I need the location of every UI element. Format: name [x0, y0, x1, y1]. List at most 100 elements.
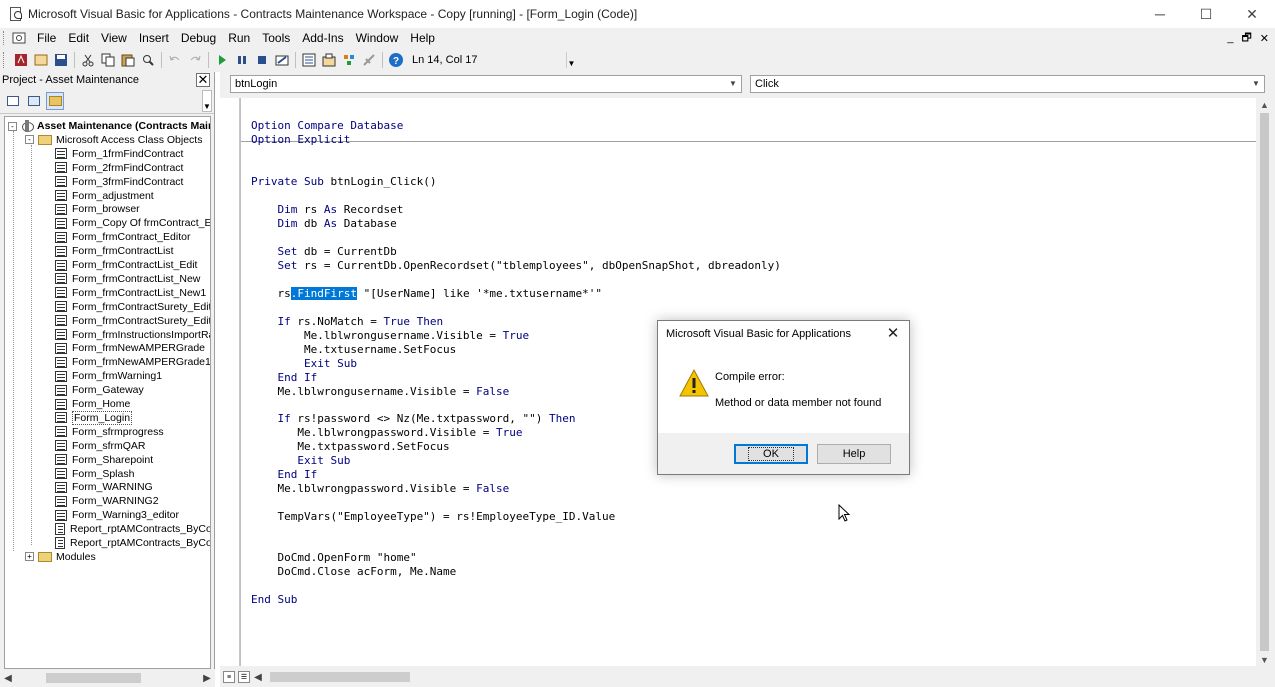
- tree-item-class-objects-folder[interactable]: - Microsoft Access Class Objects: [25, 133, 202, 147]
- tree-item-form[interactable]: Form_Login: [55, 410, 133, 425]
- code-line[interactable]: DoCmd.Close acForm, Me.Name: [251, 565, 456, 579]
- menu-run[interactable]: Run: [222, 28, 256, 48]
- code-line[interactable]: Me.lblwrongusername.Visible = False: [251, 385, 509, 399]
- tree-item-form[interactable]: Form_Warning3_editor: [55, 508, 179, 522]
- menu-grip[interactable]: [3, 31, 7, 45]
- tree-item-form[interactable]: Form_frmNewAMPERGrade1: [55, 355, 210, 369]
- copy-icon[interactable]: [99, 51, 117, 69]
- tree-item-form[interactable]: Form_frmContract_Editor: [55, 230, 190, 244]
- dialog-close-button[interactable]: ✕: [885, 325, 901, 342]
- code-vscrollbar[interactable]: ▲ ▼: [1256, 96, 1273, 668]
- scroll-right-icon[interactable]: ▶: [199, 670, 215, 686]
- code-line[interactable]: If rs.NoMatch = True Then: [251, 315, 444, 329]
- code-line[interactable]: Me.lblwrongusername.Visible = True: [251, 329, 529, 343]
- tree-item-form[interactable]: Form_2frmFindContract: [55, 161, 183, 175]
- tree-item-form[interactable]: Form_frmContractSurety_Edit_Su: [55, 314, 210, 328]
- tree-item-form[interactable]: Form_frmWarning1: [55, 369, 162, 383]
- tree-item-form[interactable]: Form_Sharepoint: [55, 453, 153, 467]
- design-mode-icon[interactable]: [273, 51, 291, 69]
- tree-item-form[interactable]: Form_sfrmQAR: [55, 439, 146, 453]
- tree-item-form[interactable]: Form_Home: [55, 397, 130, 411]
- tree-item-report[interactable]: Report_rptAMContracts_ByContr: [55, 522, 210, 536]
- minimize-button[interactable]: ─: [1137, 0, 1183, 28]
- code-line[interactable]: Me.lblwrongpassword.Visible = False: [251, 482, 509, 496]
- code-line[interactable]: Option Compare Database: [251, 119, 403, 133]
- toolbar-grip[interactable]: [3, 52, 7, 68]
- scroll-up-icon[interactable]: ▲: [1256, 96, 1273, 113]
- mdi-minimize-button[interactable]: _: [1227, 32, 1233, 44]
- close-window-button[interactable]: ✕: [1229, 0, 1275, 28]
- code-line[interactable]: If rs!password <> Nz(Me.txtpassword, "")…: [251, 412, 576, 426]
- tree-item-form[interactable]: Form_frmInstructionsImportRaod: [55, 328, 210, 342]
- object-combo[interactable]: btnLogin ▼: [230, 75, 742, 93]
- chevron-down-icon[interactable]: ▼: [1250, 76, 1262, 92]
- tree-item-form[interactable]: Form_Splash: [55, 467, 134, 481]
- project-hscroll-thumb[interactable]: [46, 673, 141, 683]
- tree-item-form[interactable]: Form_1frmFindContract: [55, 147, 183, 161]
- code-line[interactable]: Me.txtpassword.SetFocus: [251, 440, 449, 454]
- code-line[interactable]: Me.txtusername.SetFocus: [251, 343, 456, 357]
- tree-item-form[interactable]: Form_WARNING: [55, 480, 153, 494]
- view-object-icon[interactable]: [25, 92, 43, 110]
- project-toolbar-scroll-icon[interactable]: ▼: [202, 90, 212, 112]
- code-line[interactable]: Exit Sub: [251, 357, 357, 371]
- find-icon[interactable]: [139, 51, 157, 69]
- tree-item-form[interactable]: Form_sfrmprogress: [55, 425, 164, 439]
- toolbox-icon[interactable]: [360, 51, 378, 69]
- undo-icon[interactable]: [166, 51, 184, 69]
- code-line[interactable]: Dim db As Database: [251, 217, 397, 231]
- object-browser-icon[interactable]: [340, 51, 358, 69]
- tree-item-report[interactable]: Report_rptAMContracts_ByContr: [55, 536, 210, 550]
- code-hscrollbar[interactable]: ≡ ☰ ◀: [220, 668, 1256, 686]
- tree-item-project-root[interactable]: - Asset Maintenance (Contracts Main: [8, 119, 210, 133]
- menu-insert[interactable]: Insert: [133, 28, 175, 48]
- run-icon[interactable]: [213, 51, 231, 69]
- project-explorer-close-button[interactable]: ✕: [196, 72, 210, 87]
- collapse-icon[interactable]: -: [25, 135, 34, 145]
- procedure-view-icon[interactable]: ≡: [223, 671, 235, 683]
- tree-item-form[interactable]: Form_frmNewAMPERGrade: [55, 341, 205, 355]
- mdi-restore-button[interactable]: 🗗: [1241, 29, 1251, 48]
- margin-indicator-bar[interactable]: [220, 98, 240, 666]
- tree-item-form[interactable]: Form_Gateway: [55, 383, 144, 397]
- scroll-left-icon[interactable]: ◀: [250, 669, 266, 685]
- project-explorer-icon[interactable]: [300, 51, 318, 69]
- paste-icon[interactable]: [119, 51, 137, 69]
- cut-icon[interactable]: [79, 51, 97, 69]
- menu-edit[interactable]: Edit: [62, 28, 95, 48]
- tree-item-form[interactable]: Form_Copy Of frmContract_Edito: [55, 216, 210, 230]
- break-icon[interactable]: [233, 51, 251, 69]
- code-line[interactable]: Option Explicit: [251, 133, 350, 147]
- vba-app-icon[interactable]: [8, 6, 24, 22]
- menu-add-ins[interactable]: Add-Ins: [296, 28, 349, 48]
- tree-item-form[interactable]: Form_frmContractList: [55, 244, 174, 258]
- toolbar-options-icon[interactable]: ▼: [566, 52, 576, 68]
- tree-item-form[interactable]: Form_frmContractList_Edit: [55, 258, 197, 272]
- code-line[interactable]: Private Sub btnLogin_Click(): [251, 175, 436, 189]
- tree-item-form[interactable]: Form_WARNING2: [55, 494, 159, 508]
- menu-window[interactable]: Window: [350, 28, 405, 48]
- full-module-view-icon[interactable]: ☰: [238, 671, 250, 683]
- toggle-folders-icon[interactable]: [46, 91, 64, 110]
- code-line[interactable]: Set rs = CurrentDb.OpenRecordset("tblemp…: [251, 259, 781, 273]
- code-vscroll-thumb[interactable]: [1260, 113, 1269, 651]
- menu-view[interactable]: View: [95, 28, 133, 48]
- properties-window-icon[interactable]: [320, 51, 338, 69]
- code-line[interactable]: End Sub: [251, 593, 297, 607]
- maximize-button[interactable]: ☐: [1183, 0, 1229, 28]
- expand-icon[interactable]: +: [25, 552, 34, 562]
- scroll-down-icon[interactable]: ▼: [1256, 651, 1273, 668]
- menu-file[interactable]: File: [31, 28, 62, 48]
- help-button[interactable]: Help: [817, 444, 891, 464]
- redo-icon[interactable]: [186, 51, 204, 69]
- menu-tools[interactable]: Tools: [256, 28, 296, 48]
- reset-icon[interactable]: [253, 51, 271, 69]
- project-tree[interactable]: - Asset Maintenance (Contracts Main - Micro…: [4, 116, 211, 669]
- tree-item-form[interactable]: Form_browser: [55, 202, 140, 216]
- procedure-combo[interactable]: Click ▼: [750, 75, 1265, 93]
- module-icon[interactable]: [11, 30, 27, 46]
- code-line[interactable]: Exit Sub: [251, 454, 350, 468]
- collapse-icon[interactable]: -: [8, 121, 17, 131]
- code-line[interactable]: Set db = CurrentDb: [251, 245, 397, 259]
- tree-item-form[interactable]: Form_frmContractList_New: [55, 272, 200, 286]
